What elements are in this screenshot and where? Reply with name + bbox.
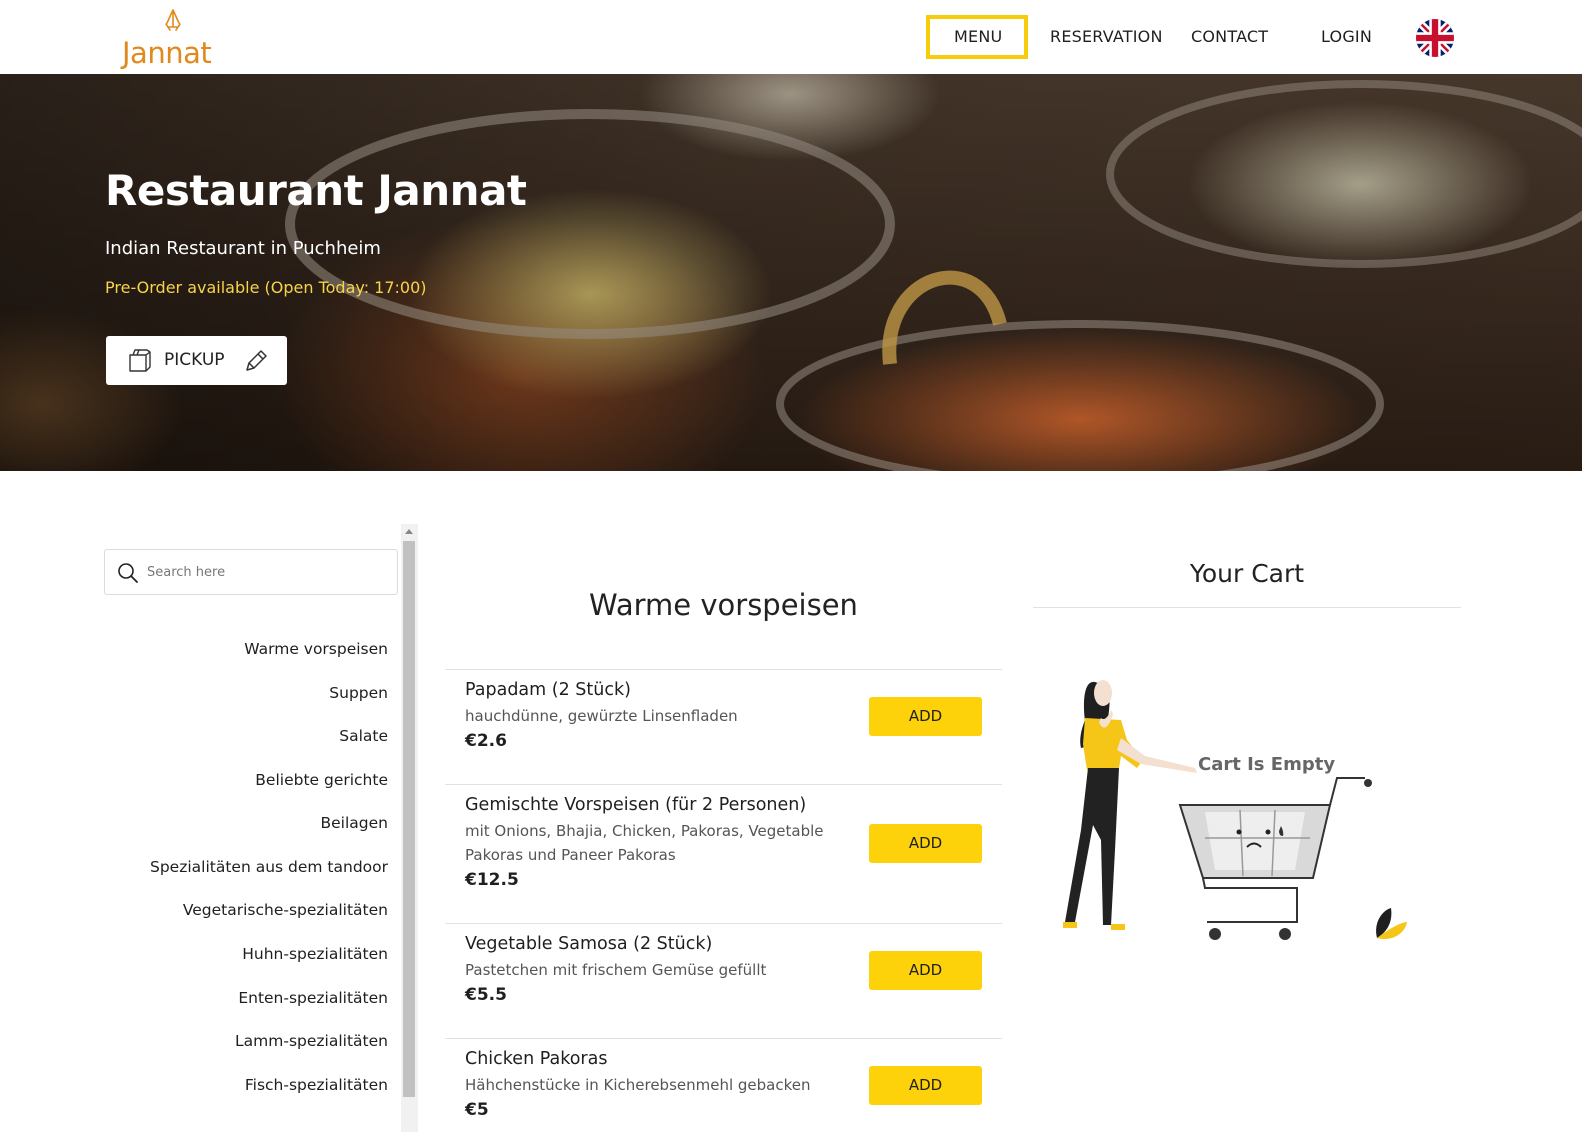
item-description: hauchdünne, gewürzte Linsenfladen	[465, 707, 738, 725]
category-vegetarisch[interactable]: Vegetarische-spezialitäten	[183, 901, 388, 919]
restaurant-title: Restaurant Jannat	[105, 166, 527, 215]
cart-title: Your Cart	[1189, 559, 1305, 588]
pickup-label: PICKUP	[164, 350, 225, 370]
logo-text: Jannat	[122, 36, 212, 70]
category-suppen[interactable]: Suppen	[329, 684, 388, 702]
add-button[interactable]: ADD	[869, 951, 982, 990]
logo[interactable]: Jannat	[120, 8, 230, 70]
cart-empty-text: Cart Is Empty	[1198, 754, 1336, 775]
divider	[445, 923, 1002, 924]
search-icon	[118, 563, 138, 583]
item-description: Pastetchen mit frischem Gemüse gefüllt	[465, 961, 767, 979]
item-description: mit Onions, Bhajia, Chicken, Pakoras, Ve…	[465, 822, 824, 864]
scroll-up-arrow-icon[interactable]	[405, 529, 413, 534]
category-enten[interactable]: Enten-spezialitäten	[238, 989, 388, 1007]
category-beliebte-gerichte[interactable]: Beliebte gerichte	[255, 771, 388, 789]
item-name: Papadam (2 Stück)	[465, 680, 631, 700]
pickup-mode-button[interactable]: PICKUP	[106, 336, 287, 385]
add-button[interactable]: ADD	[869, 697, 982, 736]
food-background-image	[285, 80, 1582, 471]
item-price: €2.6	[465, 731, 507, 751]
cart-divider	[1033, 607, 1461, 608]
category-tandoor[interactable]: Spezialitäten aus dem tandoor	[150, 858, 388, 876]
takeaway-bag-icon	[129, 349, 151, 372]
item-price: €5.5	[465, 985, 507, 1005]
category-warme-vorspeisen[interactable]: Warme vorspeisen	[244, 640, 388, 658]
divider	[445, 1038, 1002, 1039]
nav-menu[interactable]: MENU	[954, 27, 1002, 46]
item-price: €5	[465, 1100, 489, 1120]
pencil-icon[interactable]	[243, 348, 269, 374]
item-price: €12.5	[465, 870, 519, 890]
item-name: Chicken Pakoras	[465, 1049, 608, 1069]
preorder-status: Pre-Order available (Open Today: 17:00)	[105, 278, 427, 297]
category-beilagen[interactable]: Beilagen	[321, 814, 388, 832]
search-field	[104, 549, 398, 595]
hero-banner: Restaurant Jannat Indian Restaurant in P…	[0, 74, 1582, 471]
section-title: Warme vorspeisen	[589, 588, 858, 622]
category-lamm[interactable]: Lamm-spezialitäten	[235, 1032, 388, 1050]
scrollbar-thumb[interactable]	[403, 541, 415, 1097]
restaurant-subtitle: Indian Restaurant in Puchheim	[105, 238, 381, 259]
search-input[interactable]	[147, 560, 387, 584]
category-salate[interactable]: Salate	[339, 727, 388, 745]
category-huhn[interactable]: Huhn-spezialitäten	[242, 945, 388, 963]
nav-login[interactable]: LOGIN	[1321, 27, 1372, 46]
category-fisch[interactable]: Fisch-spezialitäten	[245, 1076, 388, 1094]
praying-hands-icon	[165, 9, 181, 31]
empty-cart-illustration	[1063, 680, 1407, 940]
uk-flag-icon[interactable]	[1416, 19, 1454, 57]
divider	[445, 669, 1002, 670]
nav-reservation[interactable]: RESERVATION	[1050, 27, 1163, 46]
site-header: Jannat MENU RESERVATION CONTACT LOGIN	[0, 0, 1582, 74]
nav-contact[interactable]: CONTACT	[1191, 27, 1268, 46]
add-button[interactable]: ADD	[869, 1066, 982, 1105]
divider	[445, 784, 1002, 785]
item-description: Hähchenstücke in Kicherebsenmehl gebacke…	[465, 1076, 811, 1094]
item-name: Gemischte Vorspeisen (für 2 Personen)	[465, 795, 807, 815]
item-name: Vegetable Samosa (2 Stück)	[465, 934, 713, 954]
add-button[interactable]: ADD	[869, 824, 982, 863]
category-scrollbar[interactable]	[401, 524, 418, 1132]
